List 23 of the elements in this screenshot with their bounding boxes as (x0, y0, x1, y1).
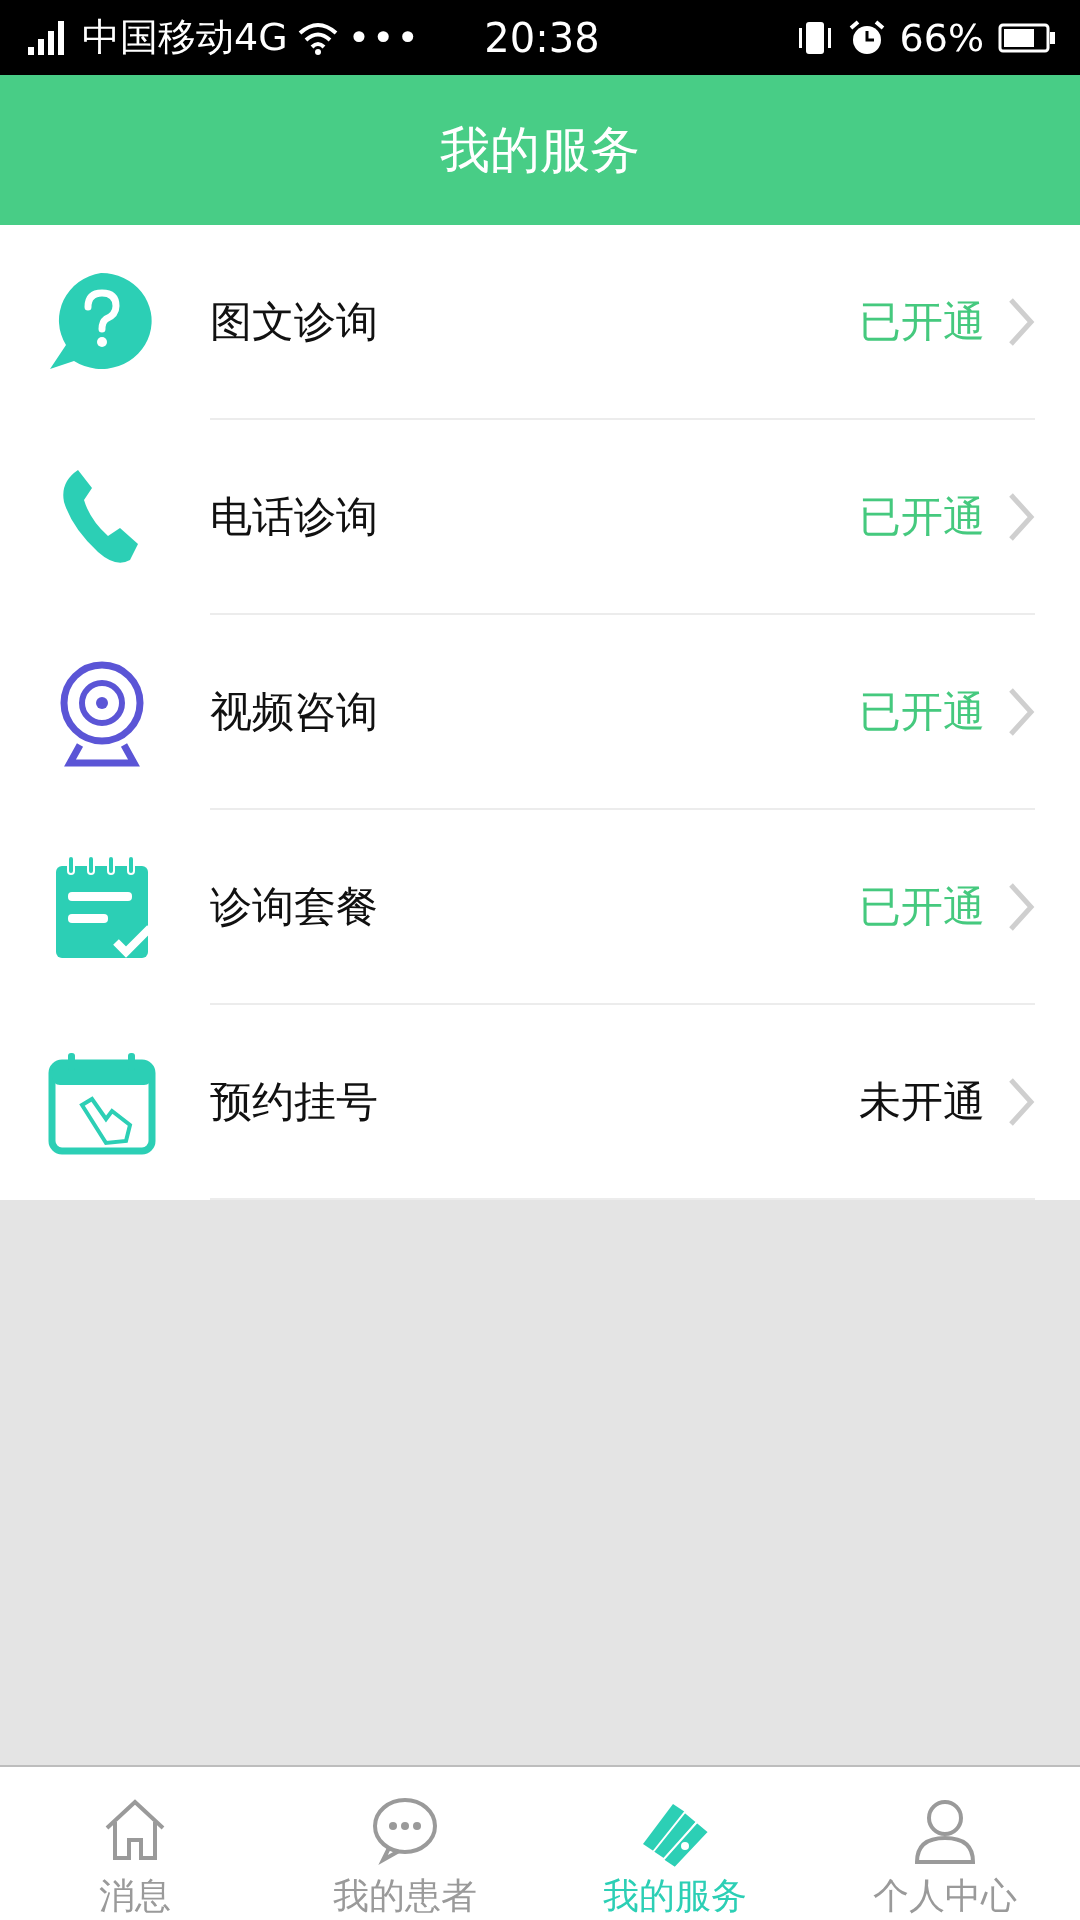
wifi-icon (297, 20, 338, 55)
alarm-clock-icon (847, 18, 886, 57)
status-time: 20:38 (484, 14, 600, 61)
service-row[interactable]: 图文诊询 已开通 (0, 225, 1080, 420)
service-status: 已开通 (859, 685, 985, 738)
page-title: 我的服务 (440, 119, 640, 181)
service-name: 图文诊询 (210, 295, 379, 348)
service-status: 已开通 (859, 880, 985, 933)
service-name: 电话诊询 (210, 490, 379, 543)
service-row[interactable]: 电话诊询 已开通 (0, 420, 1080, 615)
service-status: 已开通 (859, 295, 985, 348)
service-name: 预约挂号 (210, 1075, 379, 1128)
carrier-name: 中国移动4G (82, 14, 288, 61)
service-status: 未开通 (859, 1075, 985, 1128)
service-row[interactable]: 预约挂号 未开通 (0, 1005, 1080, 1200)
battery-percent: 66% (899, 15, 984, 60)
service-row[interactable]: 视频咨询 已开通 (0, 615, 1080, 810)
battery-icon (998, 22, 1056, 53)
service-status: 已开通 (859, 490, 985, 543)
more-indicator: ••• (347, 15, 421, 60)
service-row[interactable]: 诊询套餐 已开通 (0, 810, 1080, 1005)
service-name: 视频咨询 (210, 685, 379, 738)
service-name: 诊询套餐 (210, 880, 379, 933)
